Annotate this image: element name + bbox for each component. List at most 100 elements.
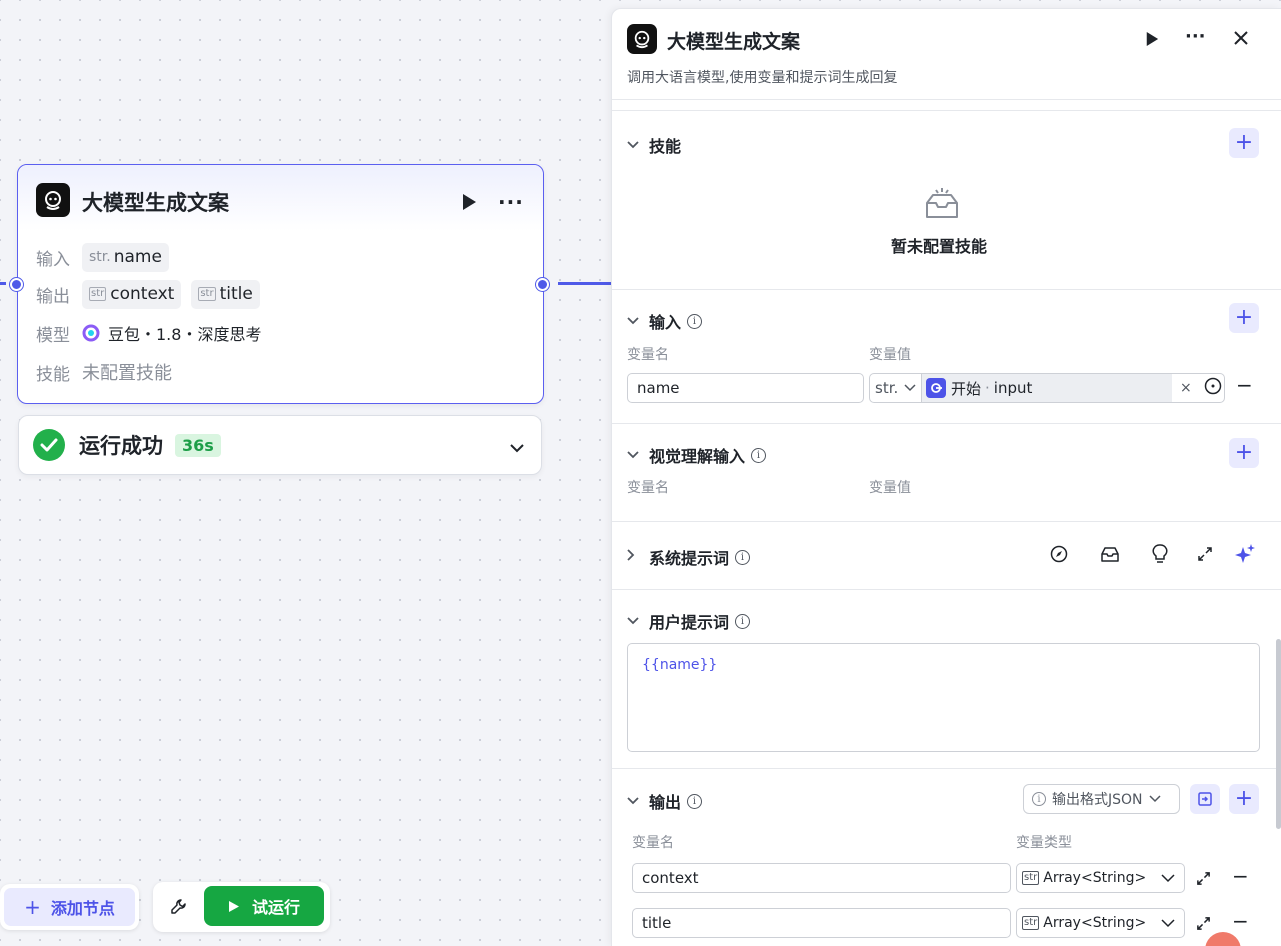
node-output-handle[interactable]	[536, 278, 549, 291]
chevron-down-icon	[1148, 795, 1161, 803]
ref-variable-name: input	[993, 379, 1033, 397]
input-type-value: str.	[875, 379, 899, 397]
compass-icon[interactable]	[1050, 545, 1068, 567]
vision-title: 视觉理解输入	[649, 447, 746, 466]
system-prompt-title: 系统提示词	[649, 549, 730, 568]
input-value-field[interactable]: str. 开始 · input ×	[869, 373, 1225, 403]
add-node-label: 添加节点	[50, 899, 115, 918]
input-type: str.	[89, 249, 111, 265]
wrench-icon[interactable]	[170, 898, 187, 919]
chevron-right-icon	[627, 549, 649, 565]
header-divider	[612, 99, 1281, 100]
run-toolbar: 试运行	[153, 882, 330, 932]
clear-icon[interactable]: ×	[1180, 380, 1192, 396]
start-node-icon	[926, 378, 946, 398]
section-divider	[612, 423, 1281, 424]
output-col-name: 变量名	[632, 835, 674, 851]
node-more-icon[interactable]: ···	[498, 190, 524, 214]
info-icon: i	[1032, 792, 1046, 806]
expand-icon[interactable]	[1196, 871, 1211, 890]
section-divider	[612, 289, 1281, 290]
node-input-handle[interactable]	[10, 278, 23, 291]
output-name-field[interactable]: context	[632, 863, 1011, 893]
output-name-field[interactable]: title	[632, 908, 1011, 938]
info-icon[interactable]: i	[735, 549, 751, 565]
info-icon[interactable]: i	[735, 613, 751, 629]
remove-output-icon[interactable]: −	[1232, 909, 1249, 933]
inputs-section-header[interactable]: 输入 i	[627, 309, 703, 333]
chevron-down-icon	[627, 794, 649, 809]
chevron-down-icon[interactable]	[509, 438, 525, 457]
output-type-select[interactable]: str Array<String>	[1016, 908, 1185, 938]
ref-separator: ·	[985, 379, 990, 397]
llm-node-card[interactable]: 大模型生成文案 ··· 输入 str. name 输出 str context …	[17, 164, 544, 404]
success-check-icon	[33, 429, 65, 461]
target-icon[interactable]	[1204, 377, 1222, 399]
node-config-panel: 大模型生成文案 ··· 调用大语言模型,使用变量和提示词生成回复 技能 + 暂未…	[611, 8, 1281, 946]
close-icon[interactable]	[1233, 30, 1249, 50]
expand-icon[interactable]	[1196, 916, 1211, 935]
skill-label: 技能	[36, 364, 70, 385]
node-run-icon[interactable]	[461, 193, 477, 215]
empty-box-icon	[924, 187, 960, 225]
prompt-library-icon[interactable]	[1100, 545, 1120, 567]
input-col-value: 变量值	[869, 347, 911, 363]
system-prompt-section-header[interactable]: 系统提示词 i	[627, 545, 751, 569]
vision-col-value: 变量值	[869, 480, 911, 496]
play-icon	[228, 900, 239, 912]
skills-section-header[interactable]: 技能	[627, 133, 681, 157]
user-prompt-editor[interactable]: {{name}}	[627, 643, 1260, 752]
ref-node-name: 开始	[951, 379, 982, 398]
ai-sparkle-icon[interactable]	[1235, 544, 1255, 568]
output-type-value: Array<String>	[1043, 870, 1147, 886]
input-col-name: 变量名	[627, 347, 669, 363]
panel-run-icon[interactable]	[1145, 31, 1159, 51]
output-label: 输出	[36, 286, 70, 307]
add-output-button[interactable]: +	[1229, 784, 1259, 814]
input-name-field[interactable]: name	[627, 373, 864, 403]
expand-icon[interactable]	[1197, 546, 1213, 566]
node-output-row: 输出 str context str title	[36, 279, 270, 309]
info-icon[interactable]: i	[687, 793, 703, 809]
remove-output-icon[interactable]: −	[1232, 864, 1249, 888]
outputs-title: 输出	[649, 793, 682, 812]
outputs-section-header[interactable]: 输出 i	[627, 789, 703, 813]
inputs-title: 输入	[649, 313, 682, 332]
chevron-down-icon	[627, 138, 649, 153]
chevron-down-icon	[627, 314, 649, 329]
output-format-select[interactable]: i 输出格式JSON	[1023, 784, 1180, 814]
output-name: context	[110, 284, 175, 304]
string-type-icon: str	[1022, 871, 1040, 885]
section-divider	[612, 521, 1281, 522]
vision-section-header[interactable]: 视觉理解输入 i	[627, 443, 767, 467]
scrollbar-thumb[interactable]	[1276, 639, 1281, 829]
info-icon[interactable]: i	[751, 447, 767, 463]
chevron-down-icon	[627, 448, 649, 463]
user-prompt-content: {{name}}	[642, 657, 718, 673]
input-tag: str. name	[82, 242, 169, 272]
input-type-select[interactable]: str.	[870, 374, 922, 402]
incoming-edge	[0, 282, 6, 285]
run-status-card[interactable]: 运行成功 36s	[18, 415, 542, 475]
section-divider	[612, 110, 1281, 111]
connection-edge	[558, 282, 611, 285]
import-output-button[interactable]	[1190, 784, 1220, 814]
add-skill-button[interactable]: +	[1229, 128, 1259, 158]
node-skill-row: 技能 未配置技能	[36, 357, 172, 387]
info-icon[interactable]: i	[687, 313, 703, 329]
add-vision-input-button[interactable]: +	[1229, 438, 1259, 468]
remove-input-icon[interactable]: −	[1236, 373, 1253, 397]
plus-icon: +	[24, 895, 41, 919]
add-node-button[interactable]: + 添加节点	[0, 884, 139, 930]
panel-more-icon[interactable]: ···	[1185, 26, 1206, 47]
user-prompt-section-header[interactable]: 用户提示词 i	[627, 609, 751, 633]
variable-ref-chip[interactable]: 开始 · input	[922, 374, 1172, 402]
output-type-value: Array<String>	[1043, 915, 1147, 931]
output-type-select[interactable]: str Array<String>	[1016, 863, 1185, 893]
model-value: 豆包・1.8・深度思考	[108, 325, 262, 344]
add-input-button[interactable]: +	[1229, 303, 1259, 333]
trial-run-button[interactable]: 试运行	[204, 886, 324, 926]
lightbulb-icon[interactable]	[1152, 544, 1168, 568]
chevron-down-icon	[904, 384, 916, 392]
node-header: 大模型生成文案 ···	[18, 165, 543, 231]
